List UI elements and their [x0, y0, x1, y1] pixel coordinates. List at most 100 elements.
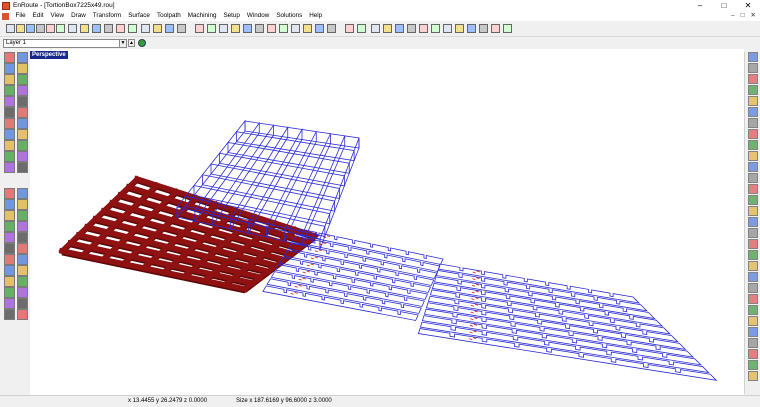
cleanup-icon[interactable] [748, 349, 758, 359]
rotate-icon[interactable] [17, 254, 28, 265]
cut-icon[interactable] [357, 24, 366, 33]
menu-machining[interactable]: Machining [184, 11, 220, 21]
nesting-icon[interactable] [748, 360, 758, 370]
distribute-icon[interactable] [748, 107, 758, 117]
open-file-icon[interactable] [303, 24, 312, 33]
undo-icon[interactable] [92, 24, 101, 33]
redo-icon[interactable] [407, 24, 416, 33]
zoom-out-icon[interactable] [443, 24, 452, 33]
ungroup-icon[interactable] [748, 85, 758, 95]
line-icon[interactable] [4, 210, 15, 221]
shade-icon[interactable] [243, 24, 252, 33]
copy-icon[interactable] [371, 24, 380, 33]
point-select-icon[interactable] [748, 52, 758, 62]
new-file-icon[interactable] [291, 24, 300, 33]
group-icon[interactable] [748, 74, 758, 84]
simulate-icon[interactable] [748, 272, 758, 282]
material-icon[interactable] [748, 250, 758, 260]
export-icon[interactable] [748, 371, 758, 381]
trim-icon[interactable] [4, 276, 15, 287]
measure-icon[interactable] [17, 151, 28, 162]
render-icon[interactable] [231, 24, 240, 33]
pan-icon[interactable] [467, 24, 476, 33]
line-icon[interactable] [4, 63, 15, 74]
rectangle-icon[interactable] [4, 221, 15, 232]
lock-icon[interactable] [748, 151, 758, 161]
text-icon[interactable] [17, 232, 28, 243]
center-icon[interactable] [748, 140, 758, 150]
break-icon[interactable] [17, 287, 28, 298]
zoom-window-icon[interactable] [116, 24, 125, 33]
palette-icon[interactable] [748, 195, 758, 205]
child-restore-icon[interactable]: □ [741, 11, 745, 21]
view-top-icon[interactable] [479, 24, 488, 33]
view-top-icon[interactable] [177, 24, 186, 33]
scale-icon[interactable] [4, 265, 15, 276]
minimize-icon[interactable]: – [688, 0, 712, 11]
nest-icon[interactable] [748, 118, 758, 128]
close-icon[interactable]: ✕ [736, 0, 760, 11]
weld-icon[interactable] [4, 151, 15, 162]
child-minimize-icon[interactable]: – [731, 11, 735, 21]
open-file-icon[interactable] [16, 24, 25, 33]
fill-icon[interactable] [4, 188, 15, 199]
node-edit-icon[interactable] [17, 52, 28, 63]
bitmap-icon[interactable] [748, 327, 758, 337]
fillet-icon[interactable] [17, 96, 28, 107]
mirror-icon[interactable] [4, 254, 15, 265]
menu-draw[interactable]: Draw [68, 11, 90, 21]
zoom-out-icon[interactable] [141, 24, 150, 33]
maximize-icon[interactable]: □ [712, 0, 736, 11]
toolpath-icon[interactable] [748, 261, 758, 271]
print-icon[interactable] [327, 24, 336, 33]
layer-icon[interactable] [255, 24, 264, 33]
sweep-icon[interactable] [748, 228, 758, 238]
print-preview-icon[interactable] [46, 24, 55, 33]
node-edit-icon[interactable] [17, 199, 28, 210]
texture-icon[interactable] [17, 188, 28, 199]
layer-visible-icon[interactable] [138, 39, 146, 47]
show-icon[interactable] [748, 173, 758, 183]
circle-icon[interactable] [17, 221, 28, 232]
layer-tool-icon[interactable] [17, 309, 28, 320]
view-front-icon[interactable] [491, 24, 500, 33]
extend-icon[interactable] [17, 276, 28, 287]
chevron-down-icon[interactable]: ▼ [119, 40, 126, 47]
zoom-all-icon[interactable] [455, 24, 464, 33]
menu-toolpath[interactable]: Toolpath [153, 11, 184, 21]
text-icon[interactable] [17, 85, 28, 96]
viewport-label[interactable]: Perspective [30, 51, 68, 59]
align-icon[interactable] [748, 96, 758, 106]
grid-icon[interactable] [267, 24, 276, 33]
print-icon[interactable] [36, 24, 45, 33]
polyline-icon[interactable] [17, 63, 28, 74]
layer-stepper-icon[interactable]: ▲ [128, 39, 135, 47]
select-arrow-icon[interactable] [4, 52, 15, 63]
scale-icon[interactable] [4, 118, 15, 129]
child-close-icon[interactable]: ✕ [751, 11, 756, 21]
select-all-icon[interactable] [748, 63, 758, 73]
menu-view[interactable]: View [47, 11, 68, 21]
select-arrow-icon[interactable] [4, 199, 15, 210]
relief-icon[interactable] [748, 239, 758, 249]
zoom-all-icon[interactable] [153, 24, 162, 33]
menu-solutions[interactable]: Solutions [273, 11, 306, 21]
cut-icon[interactable] [56, 24, 65, 33]
menu-transform[interactable]: Transform [89, 11, 124, 21]
view-right-icon[interactable] [207, 24, 216, 33]
redo-icon[interactable] [104, 24, 113, 33]
info-icon[interactable] [748, 305, 758, 315]
break-icon[interactable] [17, 140, 28, 151]
dimension-icon[interactable] [4, 309, 15, 320]
weld-icon[interactable] [4, 298, 15, 309]
new-file-icon[interactable] [6, 24, 15, 33]
layer-tool-icon[interactable] [17, 162, 28, 173]
vectorize-icon[interactable] [748, 338, 758, 348]
arc-icon[interactable] [4, 232, 15, 243]
print-preview-icon[interactable] [345, 24, 354, 33]
offset-icon[interactable] [4, 96, 15, 107]
fillet-icon[interactable] [17, 243, 28, 254]
tile-icon[interactable] [748, 129, 758, 139]
output-icon[interactable] [748, 283, 758, 293]
pan-icon[interactable] [165, 24, 174, 33]
